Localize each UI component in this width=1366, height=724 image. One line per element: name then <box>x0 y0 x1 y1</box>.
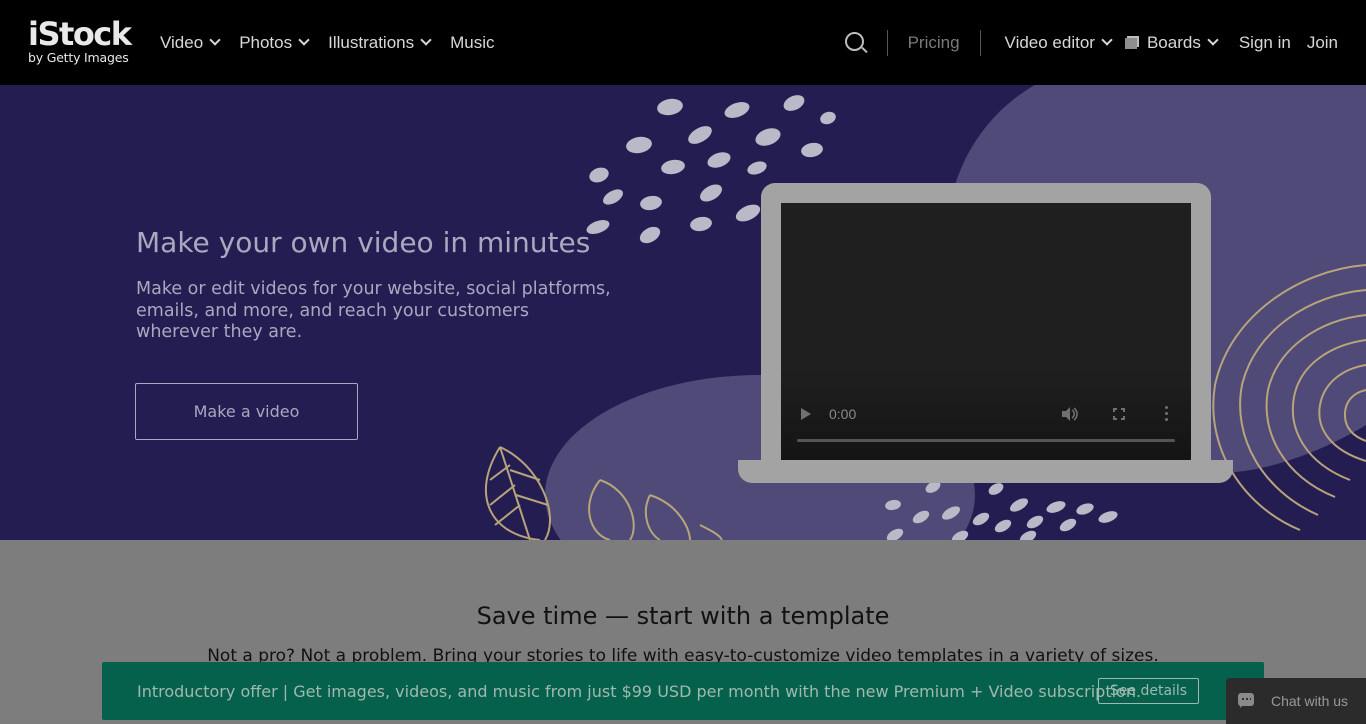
secondary-nav: Pricing Video editor Boards Sign in Join <box>844 0 1338 85</box>
nav-video[interactable]: Video <box>160 32 221 53</box>
fullscreen-icon[interactable] <box>1112 407 1126 421</box>
nav-divider <box>979 29 981 56</box>
play-icon[interactable] <box>801 408 811 420</box>
video-progress-bar[interactable] <box>797 439 1175 442</box>
video-player[interactable]: 0:00 <box>781 203 1191 460</box>
chevron-down-icon <box>298 34 310 46</box>
hero-description: Make or edit videos for your website, so… <box>136 279 611 342</box>
chevron-down-icon <box>209 34 221 46</box>
chevron-down-icon <box>1101 34 1113 46</box>
chat-label: Chat with us <box>1271 693 1349 709</box>
nav-music-label: Music <box>450 32 495 52</box>
nav-photos-label: Photos <box>239 32 293 52</box>
nav-join[interactable]: Join <box>1307 33 1338 53</box>
templates-title: Save time — start with a template <box>476 602 890 630</box>
nav-sign-in[interactable]: Sign in <box>1239 33 1291 53</box>
top-header: iStock by Getty Images Video Photos Illu… <box>0 0 1366 85</box>
nav-photos[interactable]: Photos <box>239 32 310 53</box>
chat-widget[interactable]: Chat with us <box>1226 678 1366 724</box>
chevron-down-icon <box>420 34 432 46</box>
promo-banner: Introductory offer | Get images, videos,… <box>102 662 1264 720</box>
nav-music[interactable]: Music <box>450 33 494 53</box>
hero-title: Make your own video in minutes <box>136 226 591 259</box>
make-a-video-button[interactable]: Make a video <box>135 383 358 440</box>
nav-illustrations[interactable]: Illustrations <box>328 32 432 53</box>
laptop-base <box>738 460 1233 483</box>
nav-video-editor[interactable]: Video editor <box>1004 32 1113 53</box>
search-icon[interactable] <box>844 31 868 54</box>
logo-brand: iStock <box>28 15 132 53</box>
chat-bubble-icon <box>1238 693 1254 708</box>
nav-video-editor-label: Video editor <box>1004 32 1095 52</box>
nav-video-label: Video <box>160 32 204 52</box>
logo-subtitle: by Getty Images <box>28 50 129 65</box>
volume-icon[interactable] <box>1062 407 1078 421</box>
more-options-icon[interactable] <box>1165 406 1168 422</box>
istock-logo[interactable]: iStock by Getty Images <box>28 15 132 65</box>
nav-boards-label: Boards <box>1146 32 1201 52</box>
nav-illustrations-label: Illustrations <box>328 32 415 52</box>
video-time: 0:00 <box>829 406 857 422</box>
boards-icon <box>1124 36 1139 49</box>
chevron-down-icon <box>1207 34 1219 46</box>
nav-divider <box>886 29 888 56</box>
see-details-button[interactable]: See details <box>1098 678 1199 704</box>
primary-nav: Video Photos Illustrations Music <box>160 0 515 85</box>
nav-pricing[interactable]: Pricing <box>908 33 960 53</box>
hero-banner: Make your own video in minutes Make or e… <box>0 85 1366 540</box>
nav-boards[interactable]: Boards <box>1124 32 1219 53</box>
promo-text: Introductory offer | Get images, videos,… <box>137 681 1142 701</box>
